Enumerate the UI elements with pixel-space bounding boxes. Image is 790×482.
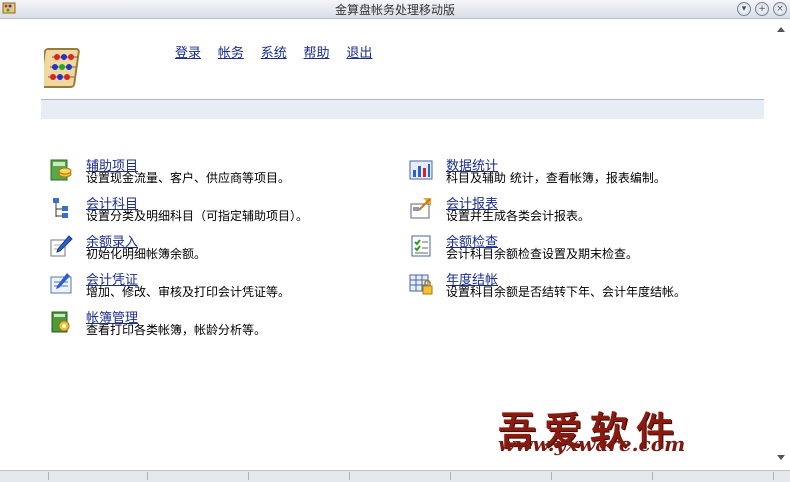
close-button[interactable]: ×: [773, 2, 787, 16]
item-desc: 查看打印各类帐簿，帐龄分析等。: [86, 323, 267, 337]
item-desc: 科目及辅助 统计，查看帐簿，报表编制。: [446, 171, 666, 185]
status-segment: [350, 472, 451, 480]
bar-chart-icon: [409, 160, 433, 180]
menu-help[interactable]: 帮助: [304, 46, 330, 61]
status-segment: [653, 472, 774, 480]
book-gear-icon: [51, 311, 70, 333]
title-bar: 金算盘帐务处理移动版 ▾ + ×: [0, 0, 790, 19]
status-segment: [148, 472, 249, 480]
item-desc: 设置科目余额是否结转下年、会计年度结帐。: [446, 285, 687, 299]
status-bar: [0, 470, 790, 482]
minimize-button[interactable]: ▾: [737, 2, 751, 16]
window-title: 金算盘帐务处理移动版: [334, 3, 455, 17]
maximize-button[interactable]: +: [755, 2, 769, 16]
status-segment: [0, 472, 49, 480]
item-desc: 设置分类及明细科目（可指定辅助项目）。: [86, 209, 309, 223]
menu-accounts[interactable]: 帐务: [218, 46, 244, 61]
status-segment: [249, 472, 350, 480]
status-segment: [49, 472, 148, 480]
voucher-icon: [50, 273, 72, 294]
main-menu: 登录 帐务 系统 帮助 退出: [175, 42, 385, 61]
item-desc: 会计科目余额检查设置及期末检查。: [446, 247, 639, 261]
header-band: [41, 99, 764, 119]
scroll-down-icon[interactable]: [777, 455, 785, 460]
checklist-icon: [411, 235, 431, 257]
item-desc: 初始化明细帐簿余额。: [86, 247, 207, 261]
scroll-up-icon[interactable]: [777, 27, 785, 32]
vertical-scrollbar[interactable]: [774, 19, 790, 464]
status-segment: [552, 472, 653, 480]
report-icon: [410, 198, 431, 219]
lock-table-icon: [409, 274, 433, 295]
item-desc: 设置现金流量、客户、供应商等项目。: [86, 171, 291, 185]
menu-system[interactable]: 系统: [261, 46, 287, 61]
abacus-logo: [44, 48, 80, 88]
watermark-url: www.yxware.com: [498, 432, 686, 456]
menu-exit[interactable]: 退出: [346, 46, 372, 61]
status-segment: [451, 472, 552, 480]
pen-icon: [50, 235, 73, 257]
item-desc: 设置并生成各类会计报表。: [446, 209, 591, 223]
menu-login[interactable]: 登录: [175, 46, 201, 61]
item-desc: 增加、修改、审核及打印会计凭证等。: [86, 285, 291, 299]
ledger-coins-icon: [50, 159, 72, 181]
tree-icon: [53, 198, 68, 218]
